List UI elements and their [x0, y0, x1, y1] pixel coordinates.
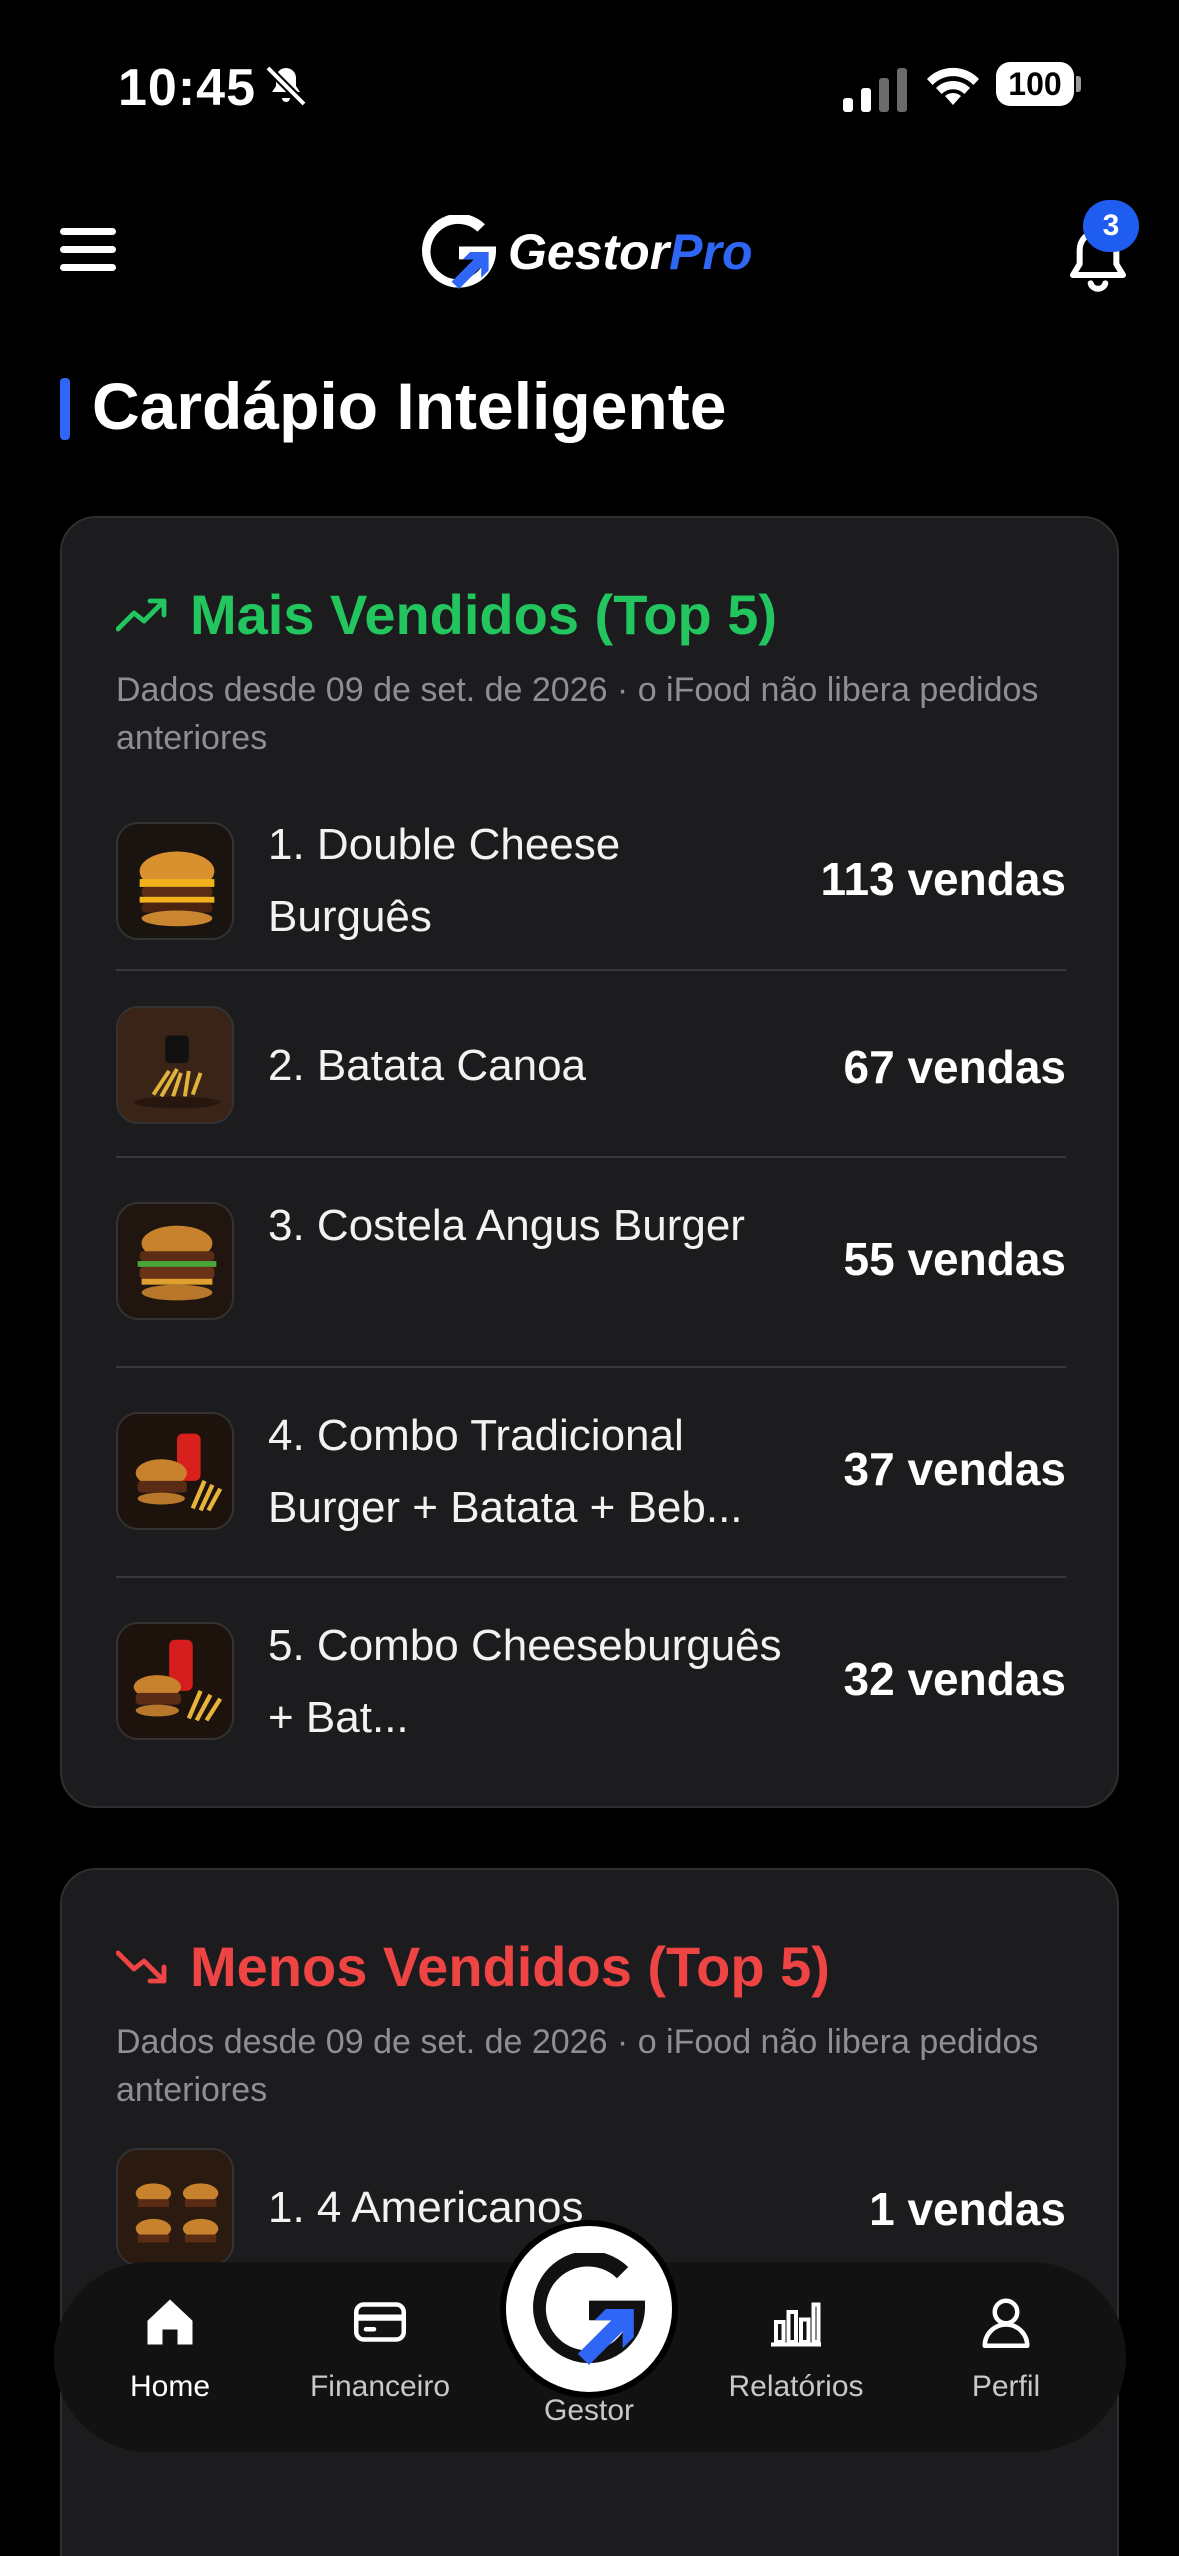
trending-up-icon [116, 598, 167, 631]
product-thumbnail [116, 1202, 234, 1320]
battery-indicator: 100 [996, 62, 1081, 110]
title-accent-bar [60, 378, 70, 440]
credit-card-icon [354, 2302, 406, 2342]
product-sales: 1 vendas [869, 2183, 1066, 2235]
status-time: 10:45 [118, 59, 256, 117]
tab-relatorios-label: Relatórios [728, 2370, 864, 2403]
tab-perfil-label: Perfil [971, 2370, 1041, 2403]
product-name: 5. Combo Cheeseburguês + Bat... [268, 1621, 782, 1742]
product-sales: 55 vendas [843, 1233, 1066, 1285]
gestorpro-logo: GestorPro [422, 212, 753, 292]
best-sellers-title: Mais Vendidos (Top 5) [190, 583, 778, 646]
tab-home[interactable]: Home [90, 2292, 250, 2404]
product-sales: 113 vendas [820, 853, 1066, 905]
product-thumbnail [116, 1006, 234, 1124]
gestorpro-logo-icon [422, 215, 496, 289]
product-sales: 67 vendas [843, 1041, 1066, 1093]
home-icon [147, 2299, 193, 2345]
product-thumbnail [116, 1412, 234, 1530]
product-sales: 37 vendas [843, 1443, 1066, 1495]
least-sellers-card: Menos Vendidos (Top 5) Dados desde 09 de… [60, 1868, 1119, 2556]
user-icon [982, 2298, 1030, 2348]
tab-perfil[interactable]: Perfil [926, 2292, 1086, 2404]
app-header: GestorPro [0, 190, 1179, 310]
product-name: 1. Double Cheese Burguês [268, 820, 621, 941]
wifi-icon [927, 67, 979, 105]
best-sellers-subtitle: Dados desde 09 de set. de 2026 · o iFood… [116, 671, 1039, 757]
tab-gestor-label: Gestor [543, 2394, 635, 2427]
cellular-signal-icon [843, 68, 907, 112]
product-thumbnail [116, 822, 234, 940]
tab-home-label: Home [129, 2370, 211, 2403]
least-sellers-title: Menos Vendidos (Top 5) [190, 1935, 830, 1998]
divider [116, 1156, 1066, 1158]
brand-accent: Pro [669, 224, 753, 280]
product-name: 1. 4 Americanos [268, 2183, 584, 2232]
brand-name: Gestor [508, 224, 670, 280]
gestor-logo-icon [533, 2253, 645, 2365]
product-thumbnail [116, 2148, 234, 2266]
least-sellers-subtitle: Dados desde 09 de set. de 2026 · o iFood… [116, 2023, 1039, 2109]
silent-mode-icon [265, 65, 307, 107]
list-item[interactable]: 4. Combo Tradicional Burger + Batata + B… [116, 1411, 1066, 1552]
list-item[interactable]: 1. Double Cheese Burguês 113 vendas [116, 806, 1066, 956]
product-sales: 32 vendas [843, 1653, 1066, 1705]
product-name: 2. Batata Canoa [268, 1041, 587, 1090]
list-item[interactable]: 3. Costela Angus Burger 55 vendas [116, 1201, 1066, 1342]
product-name: 3. Costela Angus Burger [268, 1201, 745, 1250]
notification-badge: 3 [1083, 200, 1139, 252]
divider [116, 1366, 1066, 1368]
divider [116, 1576, 1066, 1578]
trending-down-icon [116, 1950, 167, 1983]
status-bar: 10:45 100 [0, 0, 1179, 175]
page-title: Cardápio Inteligente [92, 369, 727, 443]
product-thumbnail [116, 1622, 234, 1740]
gestor-center-button[interactable] [500, 2220, 678, 2398]
product-name: 4. Combo Tradicional Burger + Batata + B… [268, 1411, 743, 1532]
best-sellers-card: Mais Vendidos (Top 5) Dados desde 09 de … [60, 516, 1119, 1808]
divider [116, 969, 1066, 971]
tab-financeiro-label: Financeiro [309, 2370, 451, 2403]
battery-level: 100 [996, 62, 1074, 106]
list-item[interactable]: 2. Batata Canoa 67 vendas [116, 1006, 1066, 1126]
menu-icon[interactable] [60, 228, 116, 272]
list-item[interactable]: 5. Combo Cheeseburguês + Bat... 32 venda… [116, 1621, 1066, 1762]
bar-chart-icon [771, 2302, 821, 2347]
tab-relatorios[interactable]: Relatórios [716, 2292, 876, 2404]
tab-financeiro[interactable]: Financeiro [300, 2292, 460, 2404]
